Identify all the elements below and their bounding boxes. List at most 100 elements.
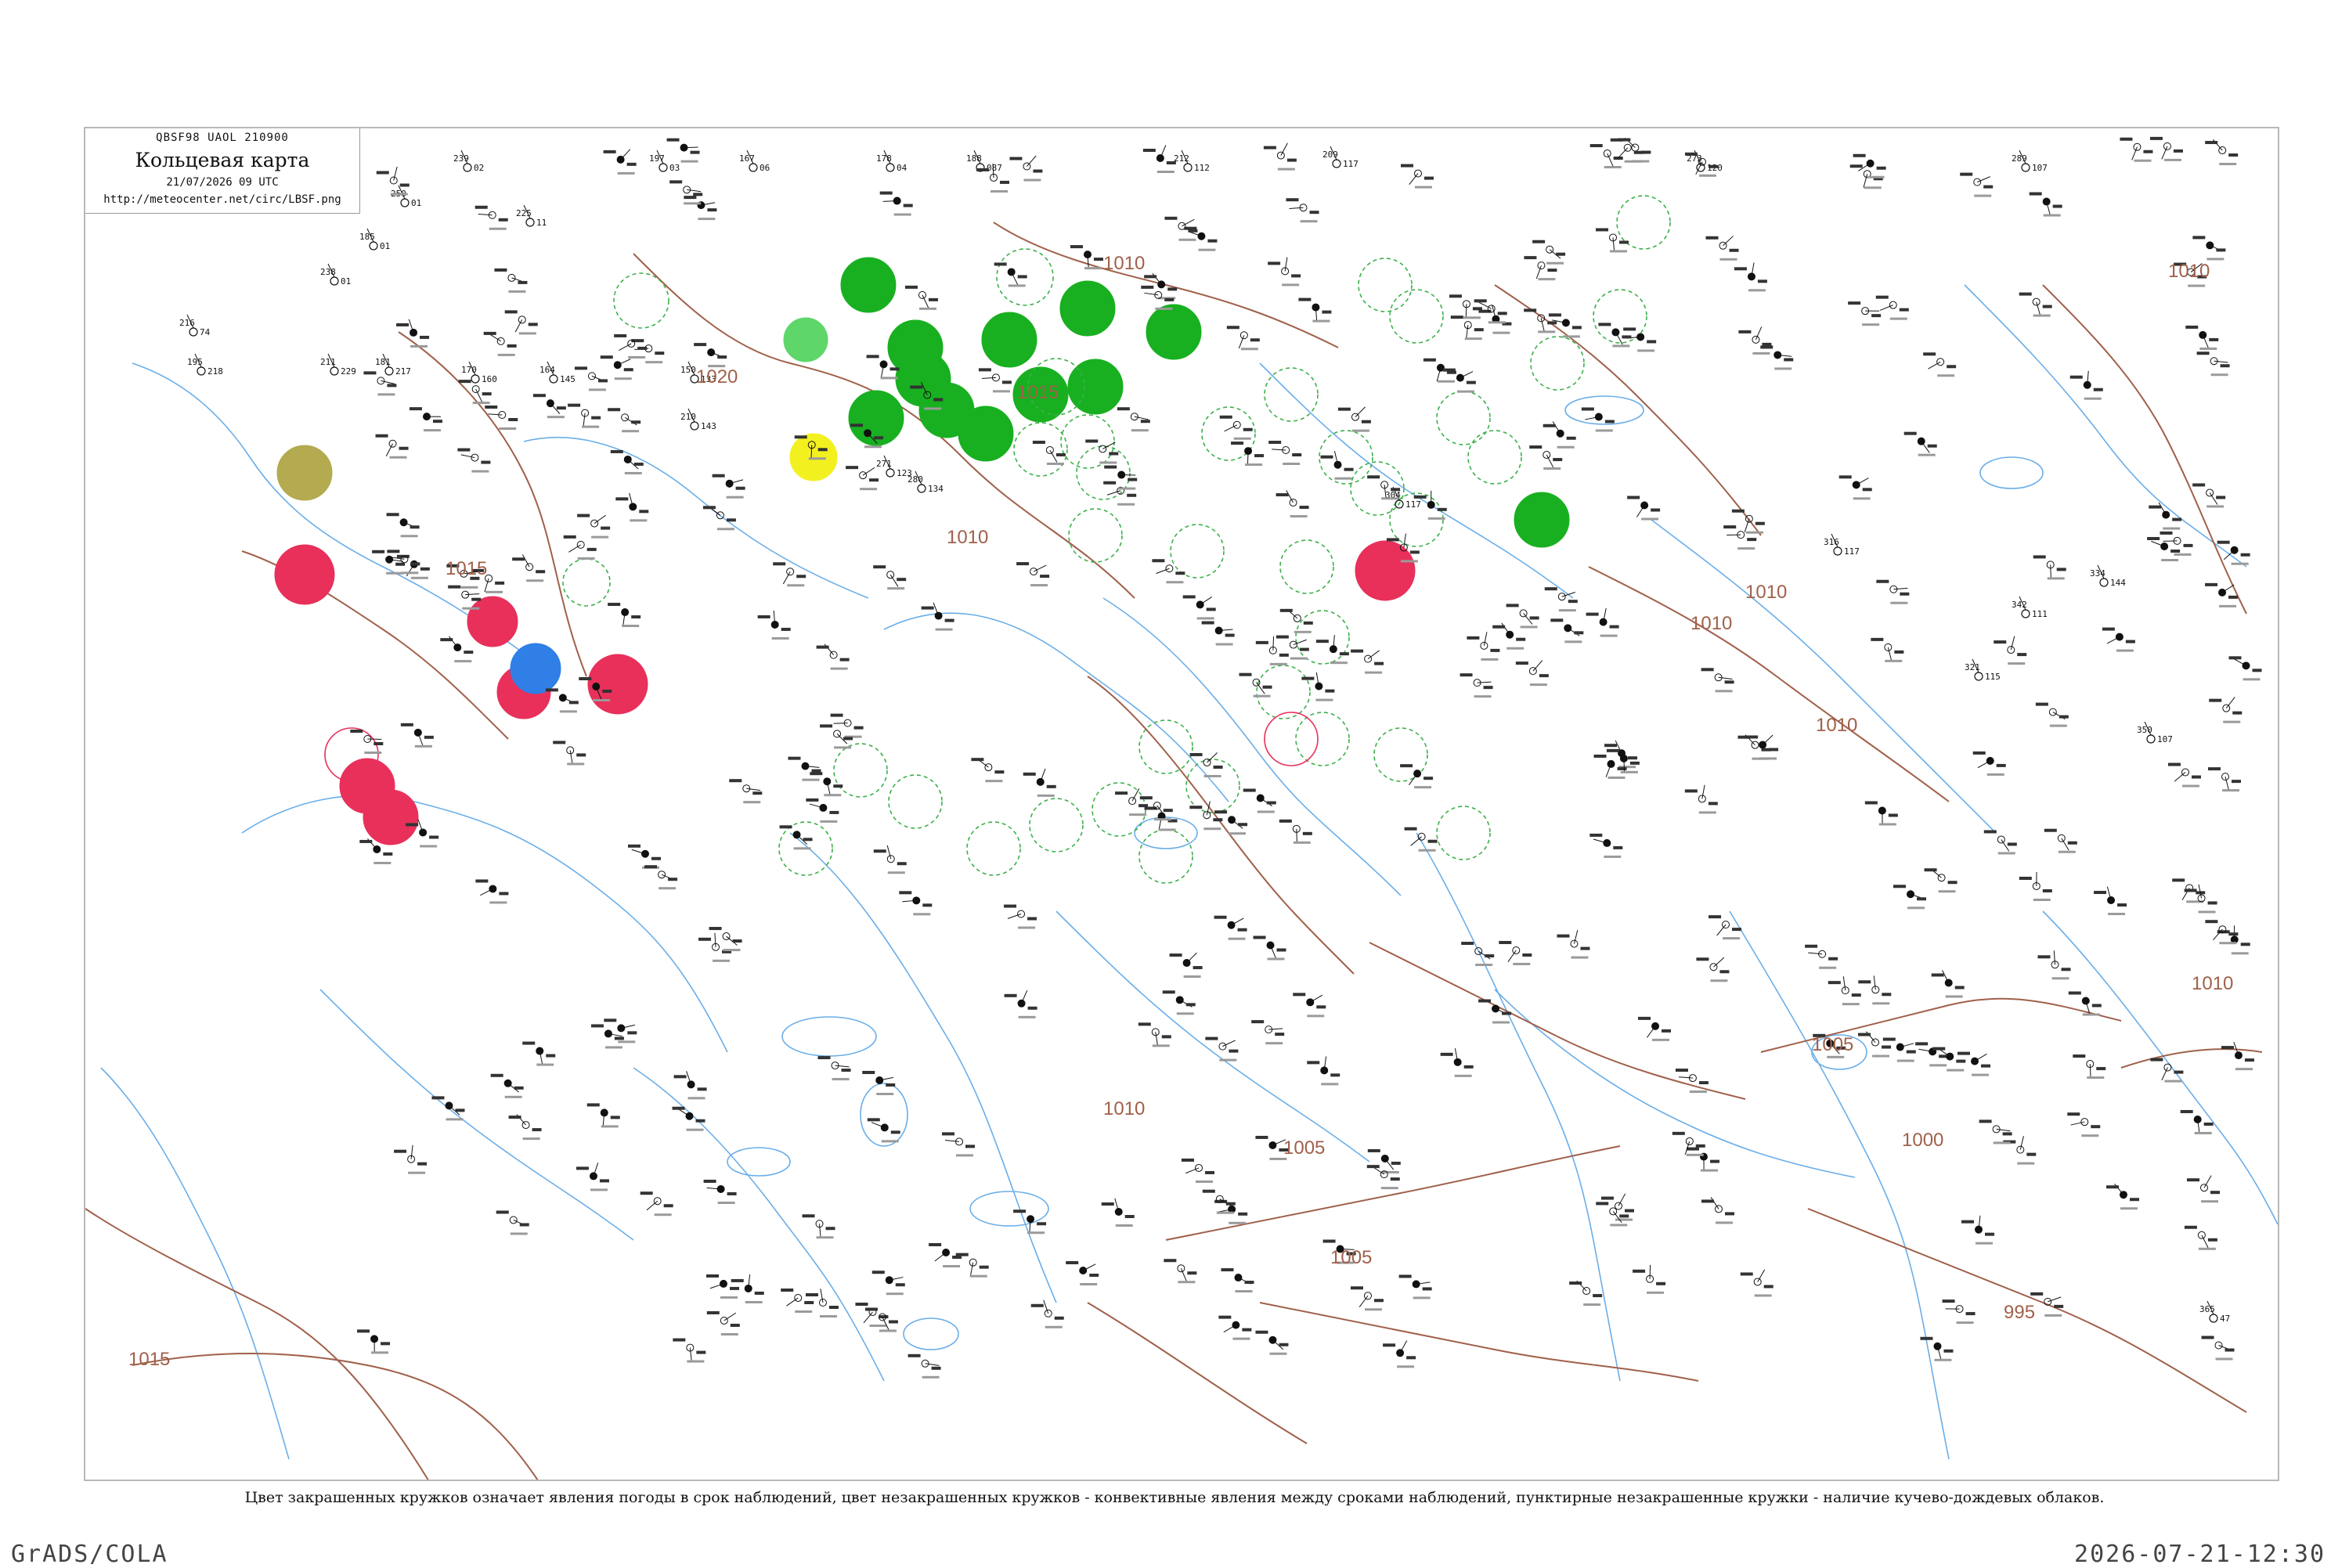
station-temp: 225 — [516, 208, 532, 218]
station-value-mark — [2228, 153, 2238, 157]
station-circle — [547, 400, 554, 407]
station-glyph — [1543, 422, 1576, 449]
station-plot[interactable]: 334144 — [2090, 565, 2126, 588]
station-value-mark — [1263, 686, 1272, 689]
weather-map[interactable]: 2390219703167061780418808721211220911727… — [85, 128, 2279, 1481]
station-value-mark — [1474, 299, 1487, 302]
station-id-mark — [1890, 602, 1907, 604]
station-id-mark — [1521, 625, 1538, 628]
station-plot[interactable]: 321115 — [1965, 659, 2001, 682]
station-plot[interactable]: 21674 — [179, 315, 211, 337]
station-plot[interactable]: 209117 — [1322, 146, 1359, 169]
station-id-mark — [1957, 1321, 1974, 1324]
station-value-mark — [862, 1071, 875, 1074]
station-glyph — [976, 164, 1009, 193]
station-id-mark — [1382, 1171, 1399, 1173]
wind-barb — [2054, 950, 2055, 964]
station-value-mark — [731, 1324, 740, 1327]
station-plot[interactable]: 22511 — [516, 205, 547, 228]
station-value-mark — [874, 436, 883, 439]
station-glyph — [1529, 445, 1562, 470]
station-value-mark — [1094, 258, 1103, 261]
station-plot[interactable]: 210143 — [680, 409, 716, 431]
weather-circle — [277, 445, 332, 500]
station-glyph — [491, 1074, 524, 1098]
station-plot[interactable]: 164145 — [539, 362, 576, 384]
station-glyph — [614, 334, 647, 359]
station-id-mark — [1009, 284, 1026, 287]
station-value-mark — [1586, 613, 1599, 616]
station-plot[interactable]: 195218 — [187, 354, 223, 377]
station-value-mark — [1850, 164, 1863, 168]
station-plot[interactable]: 16706 — [739, 150, 770, 173]
station-plot[interactable]: 23902 — [453, 150, 484, 173]
station-value-mark — [752, 791, 762, 795]
station-id-mark — [1254, 695, 1271, 697]
station-value-mark — [932, 1367, 941, 1370]
station-id-mark — [2050, 725, 2067, 727]
station-id-mark — [645, 361, 662, 363]
station-value-mark — [2221, 364, 2230, 367]
station-value-mark — [1125, 1215, 1135, 1218]
station-glyph — [803, 1214, 835, 1238]
wind-barb — [488, 414, 502, 415]
station-value-mark — [2150, 1058, 2163, 1062]
station-glyph — [781, 1289, 814, 1313]
station-plot[interactable]: 211229 — [320, 354, 356, 377]
station-plot[interactable]: 342111 — [2012, 597, 2048, 619]
station-circle — [2147, 735, 2155, 743]
station-plot[interactable]: 181217 — [375, 354, 411, 377]
station-value-mark — [2030, 193, 2042, 196]
station-plot[interactable]: 280134 — [907, 471, 944, 494]
station-glyph — [872, 1271, 905, 1295]
station-glyph — [1745, 735, 1778, 759]
station-plot[interactable]: 289107 — [2012, 150, 2048, 173]
station-value-mark — [410, 562, 420, 565]
station-id-mark — [1720, 258, 1737, 261]
station-id-mark — [1414, 786, 1431, 788]
wind-barb — [568, 545, 580, 552]
map-title: Кольцевая карта — [85, 149, 359, 171]
station-plot[interactable]: 36547 — [2199, 1301, 2230, 1324]
map-url[interactable]: http://meteocenter.net/circ/LBSF.png — [85, 193, 359, 206]
station-glyph — [1701, 668, 1734, 692]
station-plot[interactable]: 17804 — [876, 150, 907, 173]
station-id-mark — [526, 579, 543, 582]
station-value-mark — [806, 1293, 818, 1296]
station-value-mark — [1549, 313, 1561, 316]
station-value-mark — [1316, 1005, 1326, 1008]
station-circle — [559, 694, 566, 701]
map-frame[interactable]: 2390219703167061780418808721211220911727… — [84, 127, 2279, 1481]
station-circle — [1557, 430, 1564, 437]
station-temp: 271 — [876, 459, 892, 469]
station-id-mark — [2232, 563, 2249, 565]
station-value-mark — [976, 168, 989, 171]
station-id-mark — [2033, 899, 2051, 901]
station-id-mark — [824, 794, 841, 796]
weather-circle — [511, 643, 561, 694]
station-plot[interactable]: 18501 — [359, 229, 390, 251]
station-plot[interactable]: 316117 — [1824, 534, 1860, 557]
station-id-mark — [1492, 1022, 1510, 1024]
wind-barb — [1562, 592, 1575, 597]
station-value-mark — [829, 1306, 839, 1309]
station-pressure: 115 — [1985, 672, 2001, 682]
weather-circle — [1186, 759, 1239, 813]
station-glyph — [357, 1329, 390, 1354]
station-id-mark — [1879, 823, 1896, 825]
station-id-mark — [1737, 547, 1755, 550]
station-value-mark — [569, 701, 579, 704]
station-id-mark — [499, 427, 516, 430]
station-plot[interactable]: 25001 — [391, 186, 421, 208]
station-plot[interactable]: 23801 — [320, 264, 351, 287]
station-value-mark — [667, 139, 680, 142]
legend-caption: Цвет закрашенных кружков означает явлени… — [0, 1489, 2349, 1506]
station-plot[interactable]: 212112 — [1174, 150, 1210, 173]
station-pressure: 117 — [1343, 159, 1359, 169]
station-plot[interactable]: 271123 — [876, 456, 912, 478]
station-glyph — [1231, 442, 1264, 466]
station-value-mark — [780, 825, 792, 828]
station-plot[interactable]: 350107 — [2137, 722, 2173, 744]
station-id-mark — [655, 1213, 672, 1216]
station-plot[interactable]: 19703 — [649, 150, 680, 173]
